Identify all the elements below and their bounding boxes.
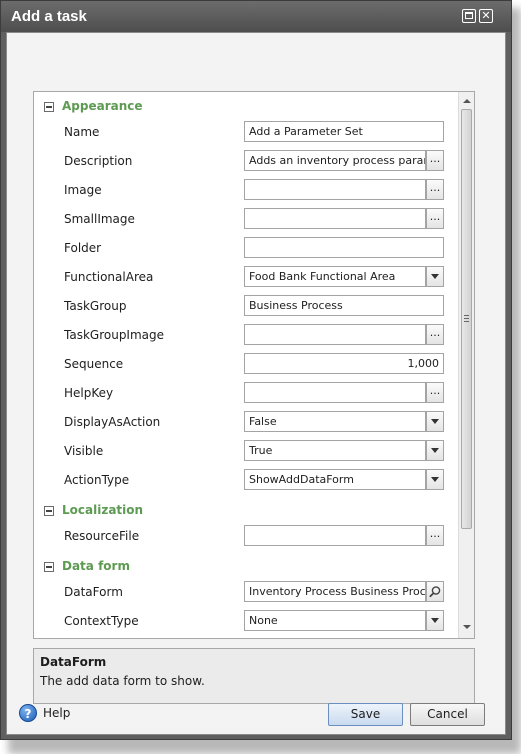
task-group-field[interactable]: Business Process <box>244 295 444 316</box>
small-image-label: SmallImage <box>64 212 135 226</box>
task-group-image-browse-button[interactable]: ... <box>426 324 444 345</box>
display-as-action-label: DisplayAsAction <box>64 415 161 429</box>
section-label: Appearance <box>62 99 143 113</box>
context-type-select[interactable]: None <box>244 610 426 631</box>
small-image-browse-button[interactable]: ... <box>426 208 444 229</box>
section-label: Localization <box>62 503 144 517</box>
section-label: Data form <box>62 559 130 573</box>
description-field[interactable]: Adds an inventory process parameter set <box>244 150 426 171</box>
scroll-up-icon[interactable] <box>463 99 471 103</box>
task-group-image-label: TaskGroupImage <box>64 328 165 342</box>
help-icon[interactable]: ? <box>19 704 37 722</box>
property-grid: Appearance Name Add a Parameter Set Desc… <box>33 91 475 639</box>
image-browse-button[interactable]: ... <box>426 179 444 200</box>
small-image-field[interactable] <box>244 208 426 229</box>
name-field[interactable]: Add a Parameter Set <box>244 121 444 142</box>
action-type-select[interactable]: ShowAddDataForm <box>244 469 426 490</box>
visible-select[interactable]: True <box>244 440 426 461</box>
scroll-down-icon[interactable] <box>463 625 471 629</box>
maximize-icon[interactable] <box>462 9 476 23</box>
chevron-down-icon[interactable] <box>426 610 444 631</box>
help-link[interactable]: Help <box>43 706 70 720</box>
property-description-panel: DataForm The add data form to show. <box>33 648 475 704</box>
description-title: DataForm <box>40 655 107 669</box>
add-task-dialog: Add a task ✕ Appearance Name Add a Param… <box>0 0 512 740</box>
dialog-title: Add a task <box>11 8 87 25</box>
resource-file-browse-button[interactable]: ... <box>426 525 444 546</box>
description-browse-button[interactable]: ... <box>426 150 444 171</box>
title-bar: Add a task ✕ <box>1 1 511 32</box>
save-button[interactable]: Save <box>328 703 403 726</box>
functional-area-label: FunctionalArea <box>64 270 154 284</box>
description-label: Description <box>64 154 133 168</box>
help-key-label: HelpKey <box>64 386 114 400</box>
search-icon[interactable] <box>426 581 444 602</box>
context-type-label: ContextType <box>64 614 139 628</box>
chevron-down-icon[interactable] <box>426 469 444 490</box>
functional-area-select[interactable]: Food Bank Functional Area <box>244 266 426 287</box>
task-group-label: TaskGroup <box>64 299 127 313</box>
chevron-down-icon[interactable] <box>426 411 444 432</box>
description-text: The add data form to show. <box>40 674 205 688</box>
data-form-field[interactable]: Inventory Process Business Process <box>244 581 426 602</box>
scroll-thumb[interactable] <box>461 109 472 529</box>
collapse-icon[interactable] <box>44 562 54 572</box>
task-group-image-field[interactable] <box>244 324 426 345</box>
folder-label: Folder <box>64 241 102 255</box>
data-form-label: DataForm <box>64 585 123 599</box>
sequence-field[interactable]: 1,000 <box>244 353 444 374</box>
visible-label: Visible <box>64 444 104 458</box>
name-label: Name <box>64 125 100 139</box>
collapse-icon[interactable] <box>44 506 54 516</box>
close-icon[interactable]: ✕ <box>479 9 493 23</box>
collapse-icon[interactable] <box>44 102 54 112</box>
display-as-action-select[interactable]: False <box>244 411 426 432</box>
action-type-label: ActionType <box>64 473 130 487</box>
dialog-body: Appearance Name Add a Parameter Set Desc… <box>6 32 506 735</box>
resource-file-field[interactable] <box>244 525 426 546</box>
vertical-scrollbar[interactable] <box>458 92 474 638</box>
help-key-field[interactable] <box>244 382 426 403</box>
sequence-label: Sequence <box>64 357 124 371</box>
help-key-browse-button[interactable]: ... <box>426 382 444 403</box>
chevron-down-icon[interactable] <box>426 266 444 287</box>
cancel-button[interactable]: Cancel <box>410 703 485 726</box>
folder-field[interactable] <box>244 237 444 258</box>
image-label: Image <box>64 183 102 197</box>
image-field[interactable] <box>244 179 426 200</box>
resource-file-label: ResourceFile <box>64 529 140 543</box>
chevron-down-icon[interactable] <box>426 440 444 461</box>
dialog-footer: ? Help Save Cancel <box>6 698 506 734</box>
